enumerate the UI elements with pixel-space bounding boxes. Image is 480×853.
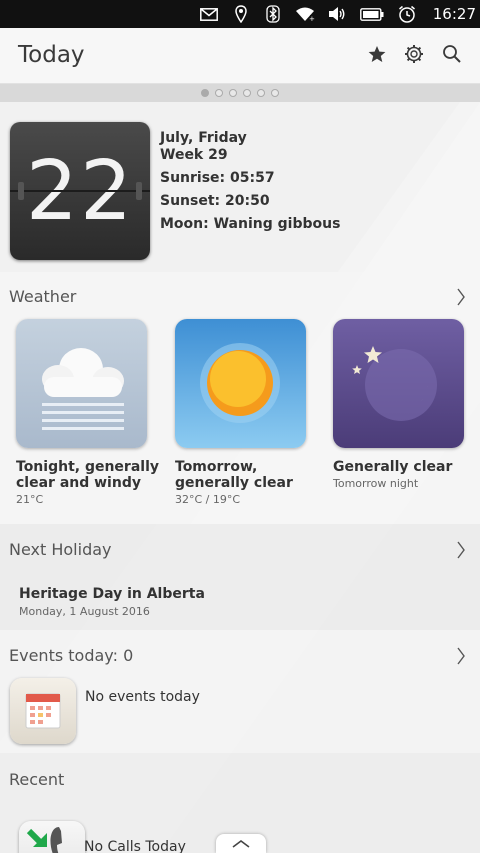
volume-icon xyxy=(327,5,347,23)
chevron-up-icon xyxy=(231,834,251,853)
weather-card-subtitle: 21°C xyxy=(16,493,44,506)
favorite-button[interactable] xyxy=(365,44,389,68)
sunrise-line: Sunrise: 05:57 xyxy=(160,170,275,186)
page-dot[interactable] xyxy=(243,89,251,97)
settings-button[interactable] xyxy=(402,44,426,68)
page-title: Today xyxy=(18,42,85,68)
star-icon xyxy=(368,45,386,67)
sun-icon xyxy=(175,319,306,448)
tile-split xyxy=(10,190,150,192)
page-dot[interactable] xyxy=(201,89,209,97)
calendar-day-tile: 22 xyxy=(10,122,150,260)
weather-card-title: Generally clear xyxy=(333,459,453,475)
weather-card-subtitle: 32°C / 19°C xyxy=(175,493,241,506)
svg-text:+: + xyxy=(309,15,315,22)
weather-card-subtitle: Tomorrow night xyxy=(333,477,419,490)
events-title: Events today: 0 xyxy=(9,646,134,665)
tile-hinge xyxy=(18,182,24,200)
weather-card-tonight[interactable]: Tonight, generally clear and windy 21°C xyxy=(16,319,159,506)
events-section[interactable]: Events today: 0 No events today xyxy=(0,630,480,753)
holiday-title: Next Holiday xyxy=(9,540,112,559)
today-scope-content[interactable]: 22 July, Friday Week 29 Sunrise: 05:57 S… xyxy=(0,102,480,853)
battery-icon xyxy=(359,5,385,23)
weather-title: Weather xyxy=(9,287,77,306)
app-header: Today xyxy=(0,28,480,84)
chevron-right-icon[interactable] xyxy=(456,287,466,307)
chevron-right-icon[interactable] xyxy=(456,646,466,666)
page-indicator[interactable] xyxy=(0,84,480,102)
calendar-app-icon[interactable] xyxy=(10,678,76,744)
moon-line: Moon: Waning gibbous xyxy=(160,216,341,232)
date-line: July, Friday xyxy=(160,130,247,146)
sunset-line: Sunset: 20:50 xyxy=(160,193,270,209)
wifi-icon: + xyxy=(295,5,315,23)
page-dot[interactable] xyxy=(271,89,279,97)
status-bar: + 16:27 xyxy=(0,0,480,28)
location-icon xyxy=(231,5,251,23)
calls-empty-text: No Calls Today xyxy=(84,839,186,853)
weather-card-tomorrow[interactable]: Tomorrow, generally clear 32°C / 19°C xyxy=(175,319,306,506)
page-dot[interactable] xyxy=(229,89,237,97)
recent-title: Recent xyxy=(9,770,65,789)
settings-icon xyxy=(404,44,424,68)
moon-stars-icon xyxy=(333,319,464,448)
holiday-date: Monday, 1 August 2016 xyxy=(19,605,150,618)
holiday-name: Heritage Day in Alberta xyxy=(19,586,205,602)
bluetooth-icon xyxy=(263,5,283,23)
mail-icon xyxy=(199,5,219,23)
page-dot[interactable] xyxy=(257,89,265,97)
date-details: July, Friday Week 29 Sunrise: 05:57 Suns… xyxy=(160,130,340,233)
alarm-icon xyxy=(397,5,417,23)
search-icon xyxy=(442,44,462,68)
weather-card-title: Tomorrow, generally clear xyxy=(175,459,293,491)
weather-card-tomorrow-night[interactable]: Generally clear Tomorrow night xyxy=(333,319,464,490)
weather-card-title: Tonight, generally clear and windy xyxy=(16,459,160,491)
date-card[interactable]: 22 July, Friday Week 29 Sunrise: 05:57 S… xyxy=(0,102,480,272)
bottom-edge-handle[interactable] xyxy=(216,834,266,853)
chevron-right-icon[interactable] xyxy=(456,540,466,560)
cloudy-windy-icon xyxy=(16,319,147,448)
tile-hinge xyxy=(136,182,142,200)
weather-section: Weather Tonight, generally clear and win… xyxy=(0,272,480,524)
week-line: Week 29 xyxy=(160,147,228,163)
page-dot[interactable] xyxy=(215,89,223,97)
phone-app-icon[interactable] xyxy=(19,821,85,853)
events-empty-text: No events today xyxy=(85,689,200,705)
holiday-section[interactable]: Next Holiday Heritage Day in Alberta Mon… xyxy=(0,524,480,630)
clock-time: 16:27 xyxy=(432,5,476,23)
search-button[interactable] xyxy=(440,44,464,68)
